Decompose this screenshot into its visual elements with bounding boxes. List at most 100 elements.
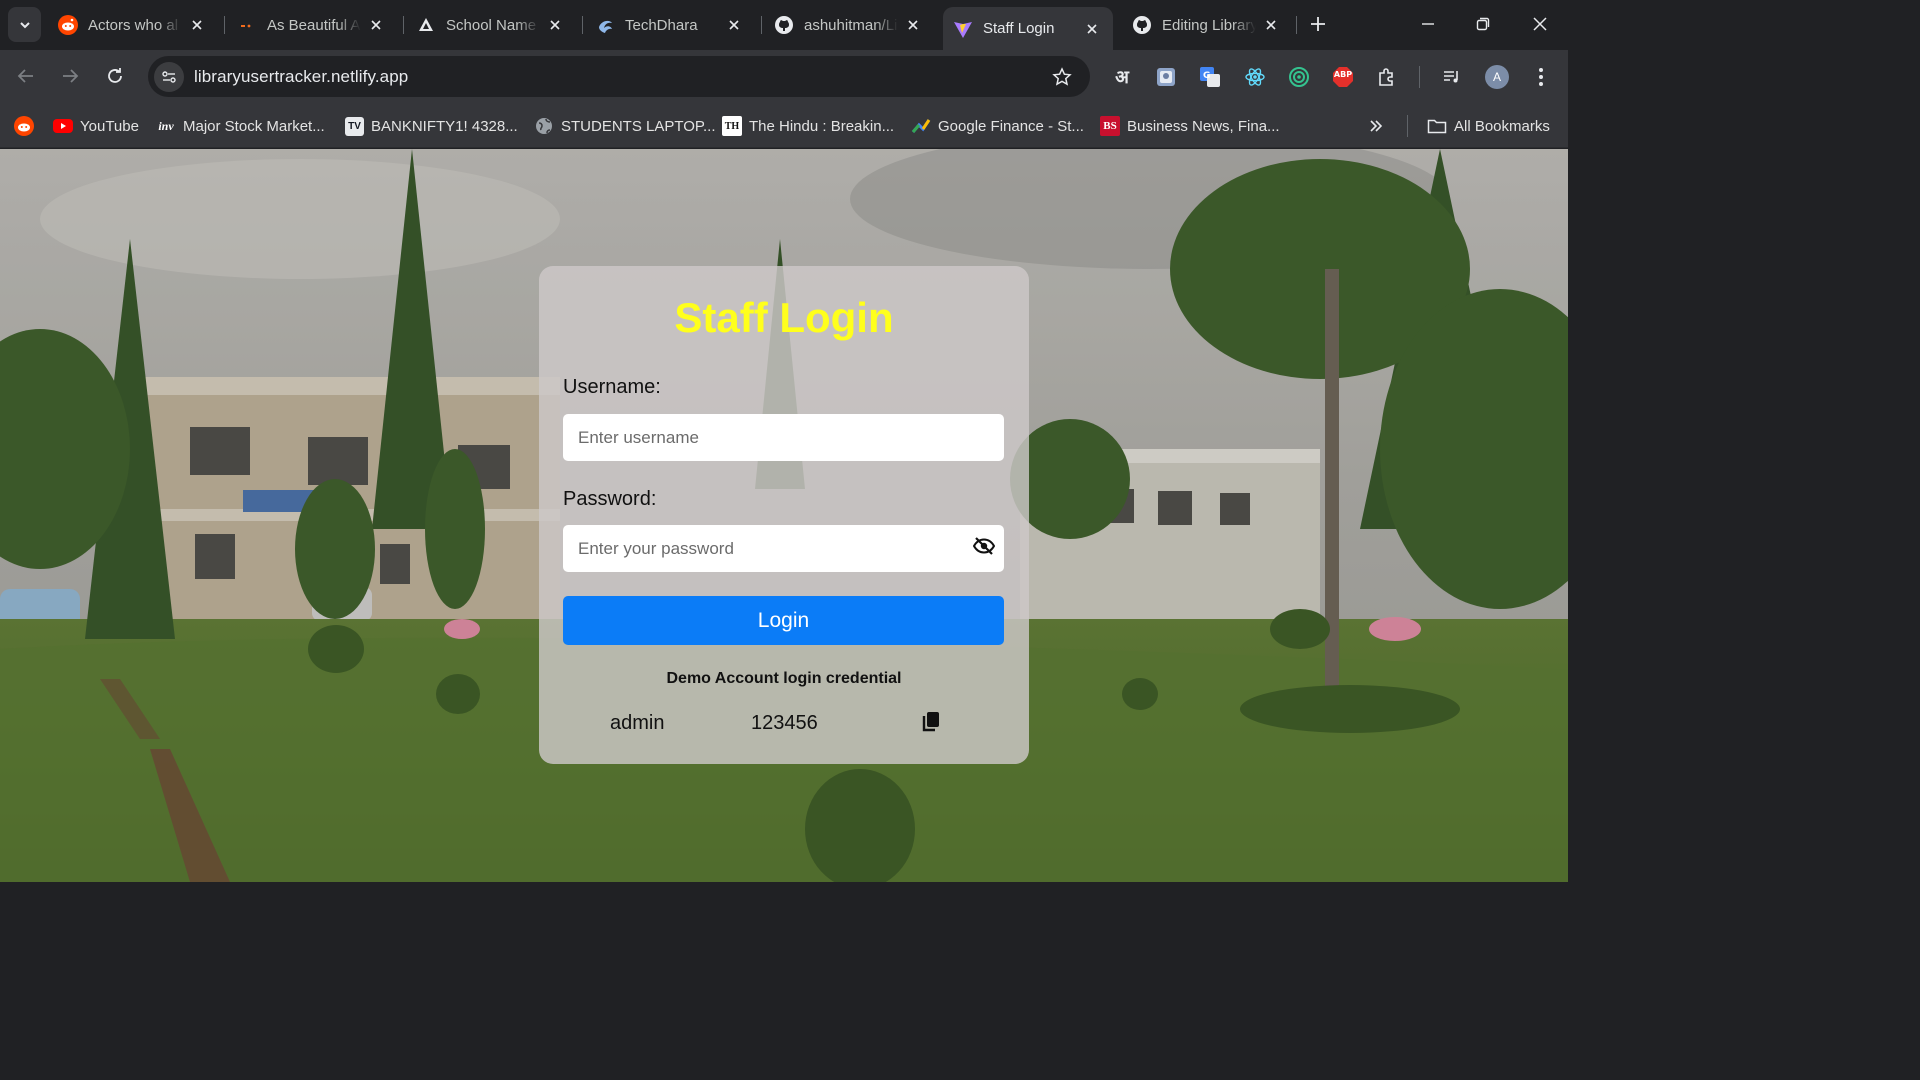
password-label: Password: bbox=[563, 488, 657, 510]
bookmarks-separator bbox=[1407, 115, 1408, 137]
reload-button[interactable] bbox=[99, 60, 131, 92]
bookmark-students-laptop[interactable]: STUDENTS LAPTOP... bbox=[534, 113, 716, 139]
close-icon[interactable] bbox=[1262, 16, 1280, 34]
bookmark-label: Business News, Fina... bbox=[1127, 117, 1280, 135]
techdhara-icon bbox=[595, 15, 615, 35]
bookmark-reddit[interactable] bbox=[14, 113, 41, 139]
copy-icon[interactable] bbox=[919, 709, 943, 735]
tab-title: TechDhara bbox=[625, 16, 698, 34]
reddit-icon bbox=[14, 116, 34, 136]
bookmark-label: BANKNIFTY1! 4328... bbox=[371, 117, 518, 135]
adblock-plus-icon[interactable]: ABP bbox=[1330, 64, 1356, 90]
login-card: Staff Login Username: Password: Login De… bbox=[539, 266, 1029, 764]
close-icon[interactable] bbox=[725, 16, 743, 34]
all-bookmarks-button[interactable]: All Bookmarks bbox=[1427, 113, 1550, 139]
restore-button[interactable] bbox=[1461, 8, 1505, 40]
react-devtools-icon[interactable] bbox=[1242, 64, 1268, 90]
chevron-down-icon bbox=[19, 21, 30, 28]
site-settings-icon[interactable] bbox=[154, 61, 184, 92]
back-button[interactable] bbox=[10, 60, 42, 92]
demo-credentials-heading: Demo Account login credential bbox=[666, 670, 902, 687]
address-bar[interactable]: libraryusertracker.netlify.app bbox=[148, 56, 1090, 97]
profile-button[interactable]: A bbox=[1484, 64, 1510, 90]
close-window-button[interactable] bbox=[1518, 8, 1562, 40]
minimize-icon bbox=[1422, 23, 1434, 25]
demo-username: admin bbox=[610, 712, 665, 734]
bookmark-label: Google Finance - St... bbox=[938, 117, 1084, 135]
username-input[interactable] bbox=[563, 414, 1004, 461]
tab-title: As Beautiful A bbox=[267, 16, 361, 34]
bookmark-banknifty[interactable]: TV BANKNIFTY1! 4328... bbox=[345, 113, 518, 139]
bookmark-business-standard[interactable]: BS Business News, Fina... bbox=[1100, 113, 1280, 139]
reload-icon bbox=[108, 68, 122, 83]
new-tab-button[interactable] bbox=[1304, 10, 1332, 38]
bookmark-label: The Hindu : Breakin... bbox=[749, 117, 895, 135]
demo-password: 123456 bbox=[751, 712, 818, 734]
hindi-extension-icon[interactable]: अ bbox=[1109, 64, 1135, 90]
bookmark-the-hindu[interactable]: TH The Hindu : Breakin... bbox=[722, 113, 894, 139]
browser-toolbar: libraryusertracker.netlify.app अ G ABP A bbox=[0, 50, 1568, 103]
site-icon bbox=[237, 15, 257, 35]
close-icon[interactable] bbox=[1083, 20, 1101, 38]
hindi-glyph: अ bbox=[1115, 67, 1129, 88]
svg-text:G: G bbox=[1203, 71, 1210, 81]
arrow-right-icon bbox=[63, 69, 79, 83]
tab-search-button[interactable] bbox=[8, 7, 41, 42]
forward-button[interactable] bbox=[54, 60, 86, 92]
bookmark-youtube[interactable]: YouTube bbox=[53, 113, 139, 139]
bookmark-label: STUDENTS LAPTOP... bbox=[561, 117, 716, 135]
tab-separator bbox=[224, 16, 225, 34]
browser-menu-button[interactable] bbox=[1528, 64, 1554, 90]
avatar: A bbox=[1485, 65, 1509, 89]
close-icon[interactable] bbox=[904, 16, 922, 34]
image-extension-icon[interactable] bbox=[1153, 64, 1179, 90]
reddit-icon bbox=[58, 15, 78, 35]
close-icon[interactable] bbox=[546, 16, 564, 34]
eye-slash-icon[interactable] bbox=[972, 534, 996, 558]
google-translate-icon[interactable]: G bbox=[1197, 64, 1223, 90]
tab-title: Actors who al bbox=[88, 16, 179, 34]
business-standard-icon: BS bbox=[1100, 116, 1120, 136]
close-icon[interactable] bbox=[367, 16, 385, 34]
tab-separator bbox=[582, 16, 583, 34]
tab-separator bbox=[1296, 16, 1297, 34]
playlist-icon bbox=[1444, 71, 1458, 83]
tab-school-name[interactable]: School Name bbox=[406, 7, 576, 43]
github-icon bbox=[1132, 15, 1152, 35]
minimize-button[interactable] bbox=[1406, 8, 1450, 40]
bookmark-major-stock[interactable]: inv Major Stock Market... bbox=[156, 113, 325, 139]
more-bookmarks-button[interactable] bbox=[1368, 113, 1384, 139]
plus-icon bbox=[1311, 17, 1325, 31]
tab-as-beautiful[interactable]: As Beautiful A bbox=[227, 7, 397, 43]
restore-icon bbox=[1476, 17, 1490, 31]
bookmark-label: Major Stock Market... bbox=[183, 117, 325, 135]
login-button[interactable]: Login bbox=[563, 596, 1004, 645]
tab-strip: Actors who al As Beautiful A School Name… bbox=[0, 0, 1568, 50]
tab-editing-library[interactable]: Editing Library bbox=[1122, 7, 1292, 43]
close-icon[interactable] bbox=[188, 16, 206, 34]
vite-icon bbox=[953, 19, 973, 39]
vercel-icon bbox=[416, 15, 436, 35]
extensions-button[interactable] bbox=[1374, 64, 1400, 90]
tab-separator bbox=[761, 16, 762, 34]
media-control-button[interactable] bbox=[1439, 64, 1465, 90]
password-input[interactable] bbox=[563, 525, 1004, 572]
bookmark-star-icon[interactable] bbox=[1050, 65, 1074, 89]
target-extension-icon[interactable] bbox=[1286, 64, 1312, 90]
tab-staff-login[interactable]: Staff Login bbox=[943, 7, 1113, 50]
tab-actors[interactable]: Actors who al bbox=[48, 7, 218, 43]
arrow-left-icon bbox=[17, 69, 33, 83]
github-icon bbox=[774, 15, 794, 35]
abp-label: ABP bbox=[1333, 70, 1353, 79]
google-finance-icon bbox=[911, 116, 931, 136]
close-icon bbox=[1533, 17, 1547, 31]
tab-title: Staff Login bbox=[983, 20, 1055, 37]
bookmark-google-finance[interactable]: Google Finance - St... bbox=[911, 113, 1084, 139]
tab-title: Editing Library bbox=[1162, 16, 1256, 34]
tradingview-icon: TV bbox=[345, 116, 364, 136]
folder-icon bbox=[1427, 116, 1447, 136]
tab-techdhara[interactable]: TechDhara bbox=[585, 7, 755, 43]
puzzle-icon bbox=[1379, 68, 1393, 86]
tab-ashuhitman[interactable]: ashuhitman/Li bbox=[764, 7, 934, 43]
tab-title: ashuhitman/Li bbox=[804, 16, 898, 34]
